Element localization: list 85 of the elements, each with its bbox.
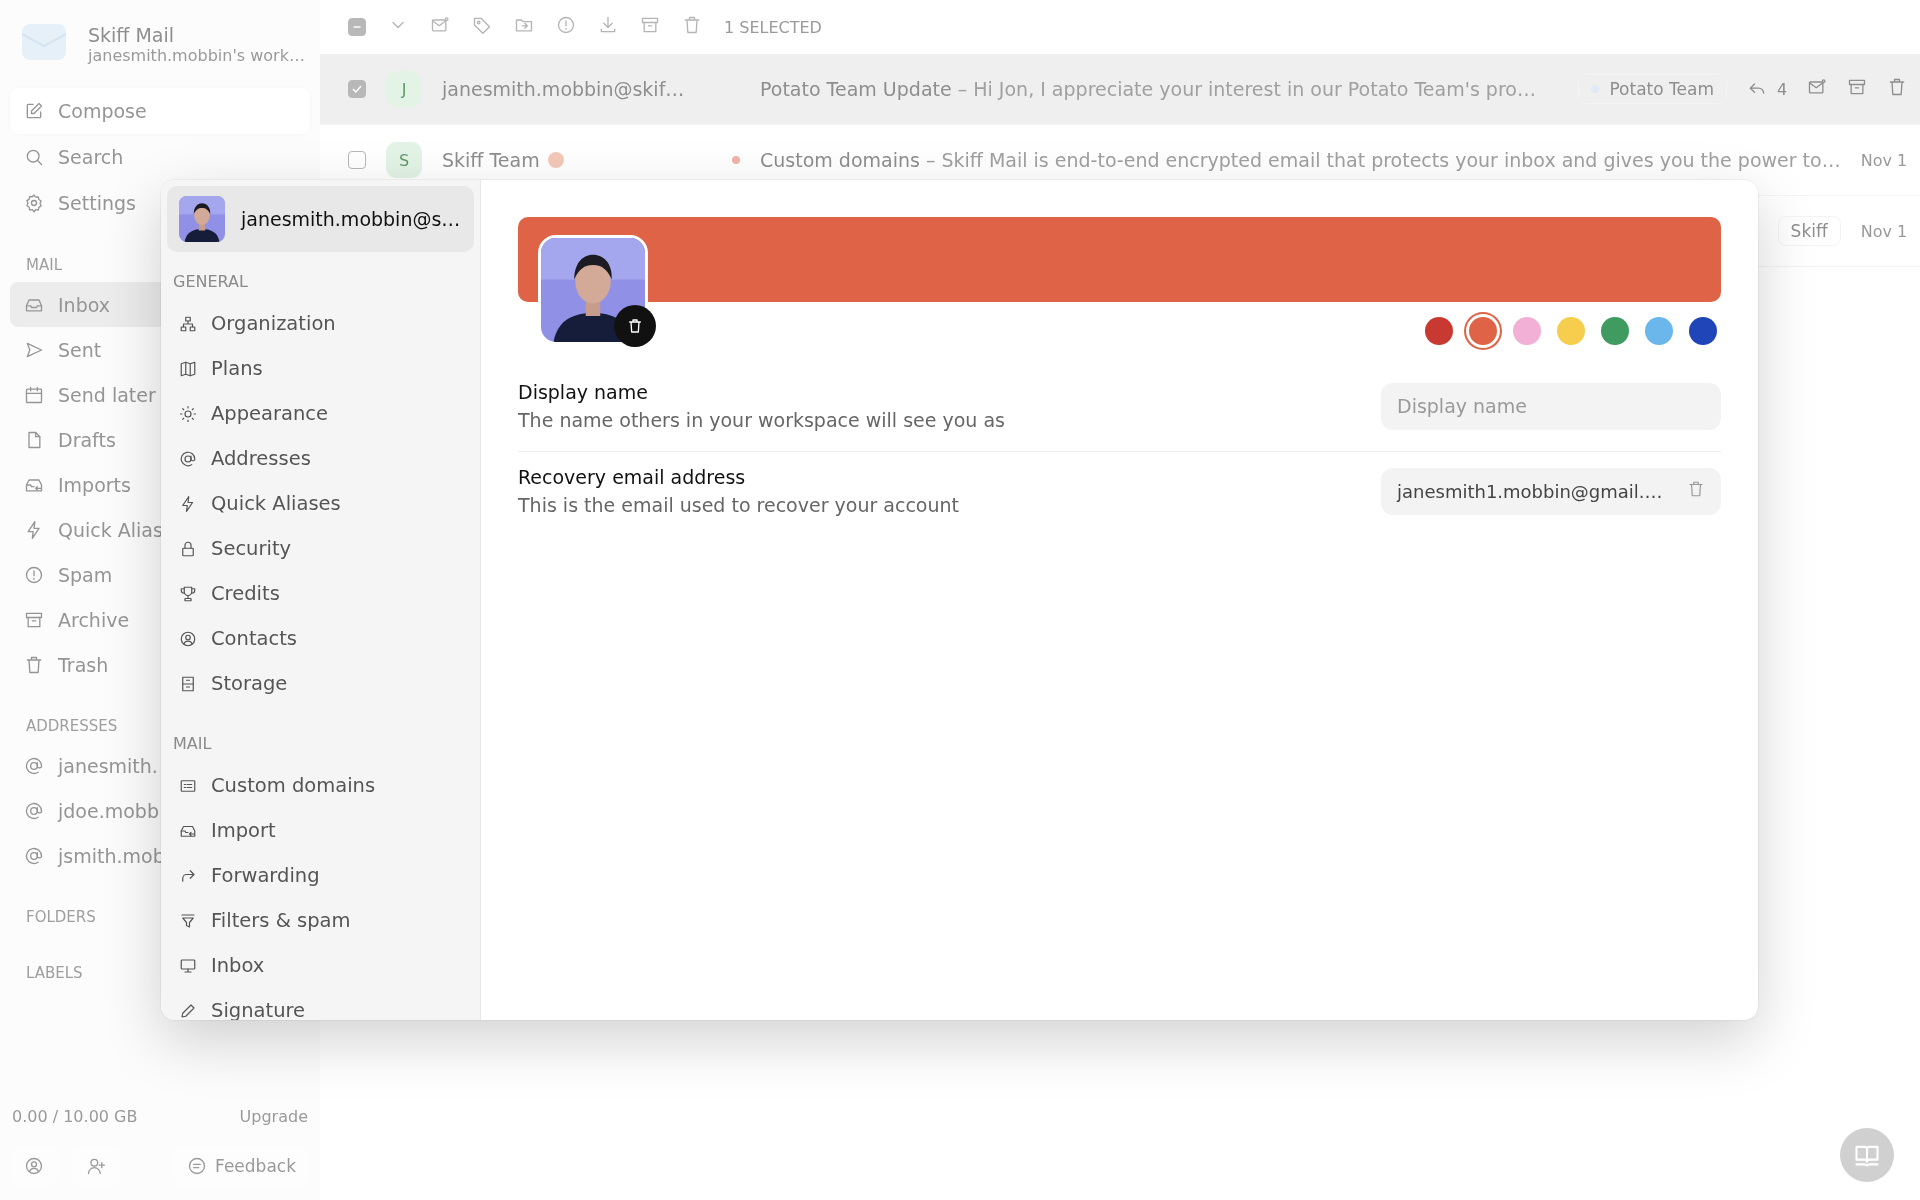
color-swatch[interactable]	[1425, 317, 1453, 345]
settings-nav-item[interactable]: Custom domains	[167, 763, 474, 808]
account-item[interactable]: janesmith.mobbin@s…	[167, 186, 474, 252]
trash-icon	[1687, 480, 1705, 498]
trash-icon	[627, 318, 643, 334]
color-swatch[interactable]	[1689, 317, 1717, 345]
settings-nav-item[interactable]: Forwarding	[167, 853, 474, 898]
trash-icon	[682, 15, 702, 35]
user-plus-icon	[86, 1156, 106, 1176]
app-name: Skiff Mail	[88, 23, 176, 46]
user-circle-icon	[179, 629, 197, 648]
row-checkbox[interactable]	[348, 80, 366, 98]
settings-icon	[24, 193, 44, 213]
lock-icon	[179, 539, 197, 558]
message-date: Nov 1	[1860, 150, 1908, 170]
color-swatch[interactable]	[1557, 317, 1585, 345]
search-icon	[24, 147, 44, 167]
user-circle-icon	[24, 1156, 44, 1176]
upgrade-link[interactable]: Upgrade	[239, 1107, 308, 1126]
filter-icon	[179, 911, 197, 930]
alert-icon	[24, 564, 44, 585]
calendar-icon	[24, 384, 44, 405]
section-heading: LABELS	[26, 964, 83, 982]
color-swatch[interactable]	[1645, 317, 1673, 345]
section-heading: MAIL	[173, 734, 212, 753]
settings-nav-item[interactable]: Credits	[167, 571, 474, 616]
message-subject: Custom domains – Skiff Mail is end-to-end encrypted email that protects your inbox and gives you the power to…	[760, 149, 1841, 171]
sender-name: janesmith.mobbin@skif…	[442, 78, 685, 100]
download-icon	[598, 15, 618, 35]
settings-nav-item[interactable]: Appearance	[167, 391, 474, 436]
label-tag[interactable]: Potato Team	[1578, 74, 1727, 104]
field-title: Display name	[518, 381, 649, 403]
at-sign-icon	[179, 449, 197, 468]
field-title: Recovery email address	[518, 466, 747, 488]
settings-nav-item[interactable]: Plans	[167, 346, 474, 391]
settings-nav-item[interactable]: Inbox	[167, 943, 474, 988]
settings-nav-item[interactable]: Import	[167, 808, 474, 853]
sender-avatar: J	[386, 71, 422, 107]
section-heading: MAIL	[26, 256, 62, 274]
field-description: The name others in your workspace will see you as	[518, 409, 1005, 431]
archive-icon	[1847, 77, 1868, 97]
settings-nav-item[interactable]: Filters & spam	[167, 898, 474, 943]
workspace-name: janesmith.mobbin's work…	[88, 45, 305, 65]
sender-avatar: S	[386, 142, 422, 178]
settings-nav-item[interactable]: Security	[167, 526, 474, 571]
field-description: This is the email used to recover your account	[518, 494, 959, 516]
selection-count: 1 SELECTED	[724, 17, 822, 37]
section-heading: ADDRESSES	[26, 717, 118, 735]
settings-nav-item[interactable]: Quick Aliases	[167, 481, 474, 526]
archive-icon	[640, 15, 660, 35]
sun-icon	[179, 404, 197, 423]
cabinet-icon	[179, 674, 197, 693]
label-tag[interactable]: Skiff	[1777, 216, 1841, 246]
tag-icon	[472, 15, 492, 35]
row-checkbox[interactable]	[348, 151, 366, 169]
pencil-square-icon	[24, 101, 44, 121]
map-icon	[179, 359, 197, 378]
chat-icon	[187, 1156, 208, 1176]
settings-nav-item[interactable]: Addresses	[167, 436, 474, 481]
select-all-checkbox[interactable]	[348, 18, 366, 36]
help-button[interactable]	[1840, 1128, 1894, 1182]
message-row[interactable]: J janesmith.mobbin@skif… Potato Team Update – Hi Jon, I appreciate your interest in our Potato Team's pro… Potato Team 4	[320, 54, 1920, 125]
alert-icon	[556, 15, 576, 35]
storage-usage: 0.00 / 10.00 GB	[12, 1107, 138, 1126]
at-sign-icon	[24, 845, 44, 866]
trash-icon	[24, 654, 44, 675]
message-date: Nov 1	[1860, 221, 1908, 241]
color-swatch[interactable]	[1601, 317, 1629, 345]
sidebar-action[interactable]: Search	[10, 134, 310, 180]
mail-icon	[1807, 77, 1828, 97]
at-sign-icon	[24, 755, 44, 776]
settings-nav-item[interactable]: Contacts	[167, 616, 474, 661]
trophy-icon	[179, 584, 197, 603]
reply-count: 4	[1747, 79, 1788, 99]
recovery-email-field[interactable]: janesmith1.mobbin@gmail.…	[1381, 467, 1721, 515]
at-sign-icon	[24, 800, 44, 821]
color-swatch[interactable]	[1513, 317, 1541, 345]
hierarchy-icon	[179, 314, 197, 333]
monitor-icon	[179, 956, 197, 975]
section-heading: FOLDERS	[26, 908, 96, 926]
settings-nav-item[interactable]: Storage	[167, 661, 474, 706]
message-subject: Potato Team Update – Hi Jon, I appreciate your interest in our Potato Team's pro…	[760, 78, 1537, 100]
display-name-field[interactable]: Display name	[1381, 382, 1721, 430]
sender-name: Skiff Team	[442, 149, 540, 171]
delete-photo-button[interactable]	[614, 305, 656, 347]
